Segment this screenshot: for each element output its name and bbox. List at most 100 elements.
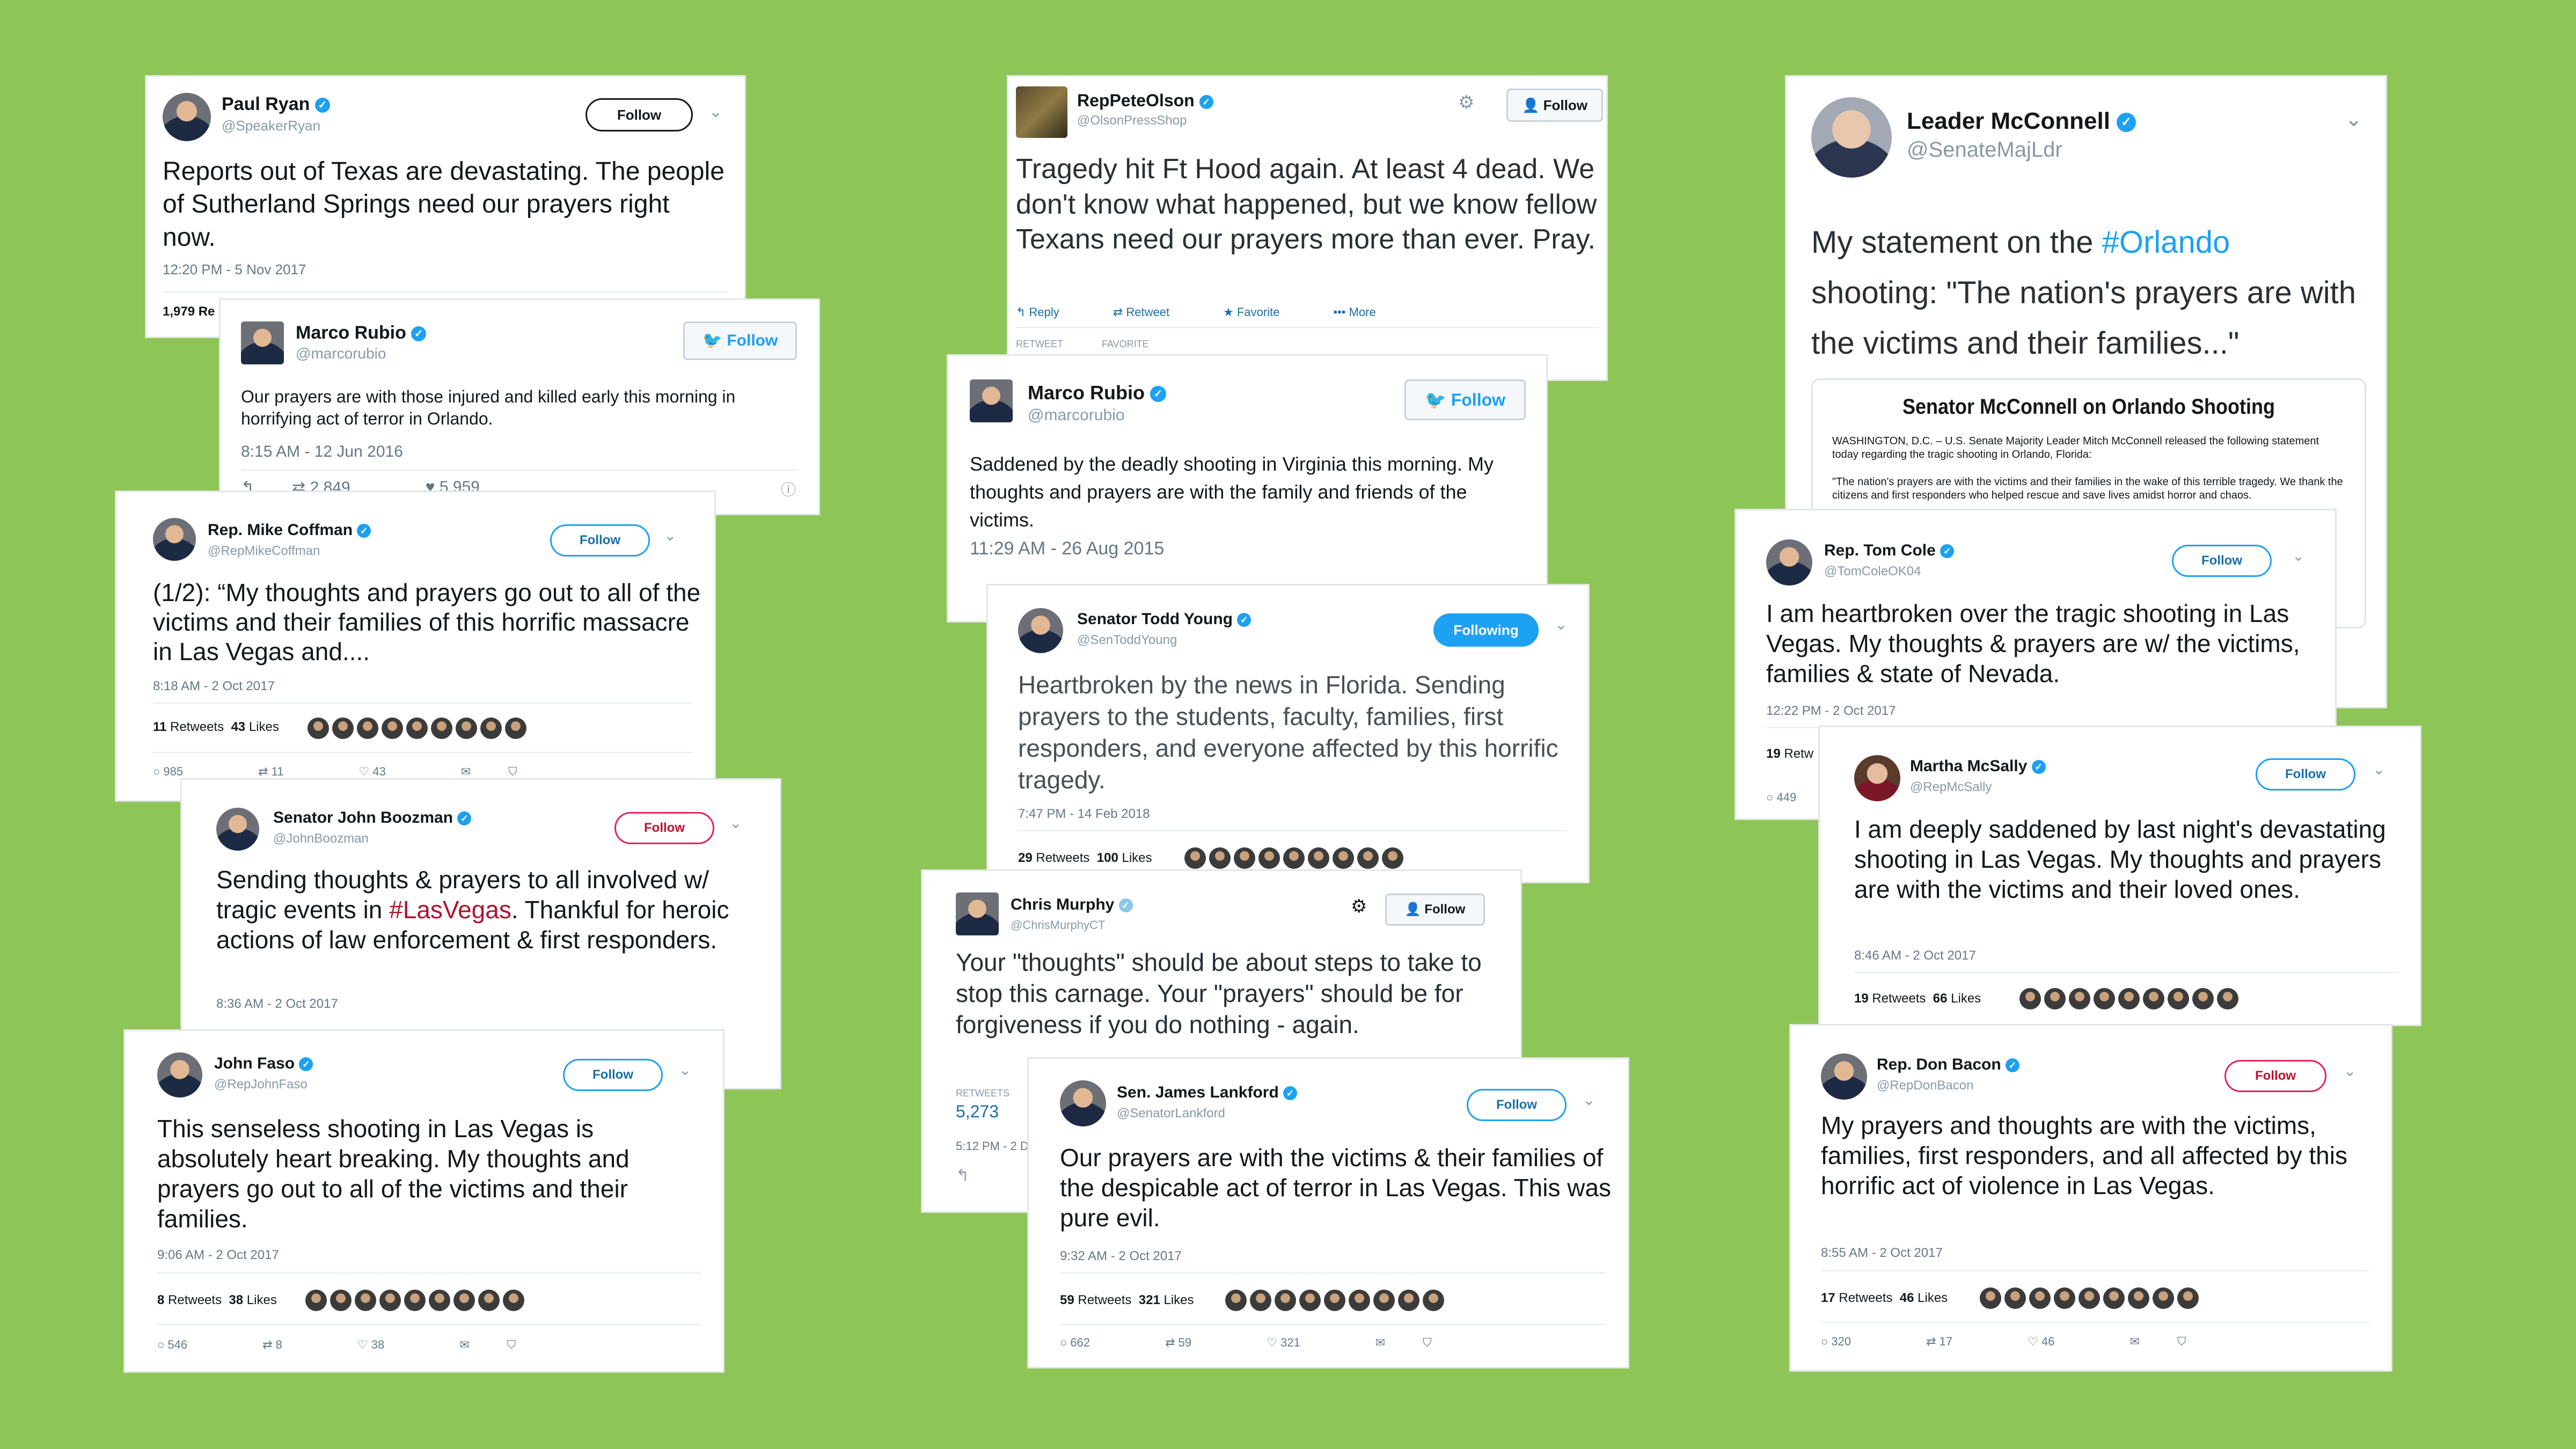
chevron-down-icon[interactable]: ⌄ (664, 526, 676, 544)
avatar[interactable] (1811, 97, 1892, 178)
author-handle[interactable]: @SenateMajLdr (1907, 138, 2062, 162)
author-name[interactable]: Senator John Boozman ✓ (273, 809, 472, 827)
timestamp[interactable]: 8:15 AM - 12 Jun 2016 (241, 443, 403, 461)
retweets-count[interactable]: 5,273 (956, 1102, 999, 1122)
author-handle[interactable]: @RepMcSally (1910, 780, 1992, 795)
avatar[interactable] (153, 518, 196, 561)
liker-avatar[interactable] (2168, 988, 2189, 1009)
avatar[interactable] (163, 93, 211, 141)
liker-avatar[interactable] (1299, 1290, 1321, 1311)
reply-action[interactable]: ○ 320 (1821, 1335, 1889, 1349)
favorite-action[interactable]: ★ Favorite (1223, 305, 1317, 319)
liker-avatar[interactable] (1184, 847, 1206, 869)
liker-avatar[interactable] (406, 718, 428, 739)
avatar[interactable] (970, 379, 1013, 422)
liker-avatar[interactable] (2118, 988, 2140, 1009)
author-handle[interactable]: @RepJohnFaso (214, 1077, 308, 1092)
liker-avatar[interactable] (1234, 847, 1255, 869)
chevron-down-icon[interactable]: ⌄ (2345, 107, 2363, 131)
bookmark-icon[interactable]: ⛉ (508, 765, 517, 779)
liker-avatar[interactable] (456, 718, 477, 739)
liker-avatar[interactable] (453, 1290, 475, 1311)
liker-avatar[interactable] (1283, 847, 1305, 869)
avatar[interactable] (1821, 1053, 1867, 1100)
follow-button[interactable]: Follow (550, 524, 650, 557)
timestamp[interactable]: 8:55 AM - 2 Oct 2017 (1821, 1246, 1943, 1261)
liker-avatar[interactable] (2153, 1287, 2174, 1309)
like-action[interactable]: ♡ 321 (1267, 1336, 1338, 1350)
author-name[interactable]: Rep. Mike Coffman ✓ (208, 521, 371, 539)
timestamp[interactable]: 7:47 PM - 14 Feb 2018 (1018, 807, 1150, 822)
liker-avatar[interactable] (1209, 847, 1231, 869)
liker-avatar[interactable] (2044, 988, 2066, 1009)
liker-avatar[interactable] (1373, 1290, 1395, 1311)
chevron-down-icon[interactable]: ⌄ (729, 814, 742, 832)
author-handle[interactable]: @ChrisMurphyCT (1011, 918, 1105, 932)
chevron-down-icon[interactable]: ⌄ (1583, 1091, 1595, 1109)
liker-avatar[interactable] (1258, 847, 1280, 869)
liker-avatar[interactable] (379, 1290, 401, 1311)
chevron-down-icon[interactable]: ⌄ (679, 1061, 691, 1079)
liker-avatar[interactable] (2177, 1287, 2199, 1309)
more-action[interactable]: ••• More (1333, 305, 1413, 319)
author-name[interactable]: Rep. Tom Cole ✓ (1824, 541, 1955, 560)
avatar[interactable] (1016, 86, 1067, 138)
gear-icon[interactable]: ⚙ (1458, 92, 1474, 113)
avatar[interactable] (241, 321, 284, 364)
avatar[interactable] (1766, 539, 1812, 586)
author-name[interactable]: RepPeteOlson ✓ (1077, 91, 1213, 111)
bookmark-icon[interactable]: ⛉ (507, 1338, 516, 1352)
avatar[interactable] (157, 1052, 202, 1097)
follow-button[interactable]: 🐦 Follow (1404, 379, 1526, 420)
bookmark-icon[interactable]: ⛉ (1423, 1336, 1432, 1350)
reply-action[interactable]: ○ 985 (153, 765, 221, 779)
like-action[interactable]: ♡ 38 (357, 1338, 422, 1352)
avatar[interactable] (1018, 608, 1063, 653)
author-name[interactable]: Senator Todd Young ✓ (1077, 610, 1252, 628)
reply-action[interactable]: ○ 546 (157, 1338, 225, 1352)
liker-avatar[interactable] (1423, 1290, 1444, 1311)
liker-avatar[interactable] (2029, 1287, 2051, 1309)
liker-avatar[interactable] (305, 1290, 327, 1311)
hashtag-link[interactable]: #Orlando (2102, 225, 2230, 260)
author-name[interactable]: Marco Rubio ✓ (296, 323, 427, 343)
retweet-action[interactable]: ⇄ 59 (1165, 1336, 1229, 1350)
liker-avatar[interactable] (382, 718, 403, 739)
liker-avatar[interactable] (2019, 988, 2041, 1009)
liker-avatar[interactable] (357, 718, 378, 739)
message-icon[interactable]: ✉ (461, 765, 471, 779)
liker-avatar[interactable] (2054, 1287, 2075, 1309)
follow-button[interactable]: Follow (2172, 545, 2272, 577)
retweet-action[interactable]: ⇄ 17 (1926, 1335, 1990, 1349)
hashtag-link[interactable]: #LasVegas (389, 896, 511, 924)
author-handle[interactable]: @SpeakerRyan (222, 118, 320, 134)
author-name[interactable]: Martha McSally ✓ (1910, 757, 2046, 775)
author-name[interactable]: John Faso ✓ (214, 1055, 313, 1073)
timestamp[interactable]: 12:20 PM - 5 Nov 2017 (163, 261, 306, 278)
follow-button[interactable]: 👤 Follow (1506, 89, 1603, 122)
timestamp[interactable]: 8:18 AM - 2 Oct 2017 (153, 679, 275, 694)
liker-avatar[interactable] (332, 718, 354, 739)
like-action[interactable]: ♡ 46 (2028, 1335, 2092, 1349)
author-handle[interactable]: @SenatorLankford (1117, 1106, 1225, 1121)
liker-avatar[interactable] (1357, 847, 1379, 869)
author-handle[interactable]: @SenToddYoung (1077, 633, 1177, 648)
author-handle[interactable]: @RepMikeCoffman (208, 544, 320, 559)
retweet-action[interactable]: ⇄ Retweet (1113, 305, 1207, 319)
author-name[interactable]: Paul Ryan ✓ (222, 94, 330, 115)
liker-avatar[interactable] (429, 1290, 450, 1311)
liker-avatar[interactable] (1308, 847, 1329, 869)
author-handle[interactable]: @TomColeOK04 (1824, 564, 1921, 579)
author-handle[interactable]: @OlsonPressShop (1077, 113, 1187, 128)
liker-avatar[interactable] (308, 718, 329, 739)
liker-avatar[interactable] (1333, 847, 1354, 869)
liker-avatar[interactable] (480, 718, 502, 739)
like-action[interactable]: ♡ 43 (359, 765, 423, 779)
follow-button[interactable]: Follow (1467, 1089, 1567, 1121)
avatar[interactable] (216, 808, 259, 851)
liker-avatar[interactable] (2094, 988, 2115, 1009)
liker-avatar[interactable] (2217, 988, 2238, 1009)
author-handle[interactable]: @RepDonBacon (1877, 1078, 1973, 1093)
timestamp[interactable]: 9:06 AM - 2 Oct 2017 (157, 1248, 279, 1263)
author-handle[interactable]: @JohnBoozman (273, 831, 369, 846)
